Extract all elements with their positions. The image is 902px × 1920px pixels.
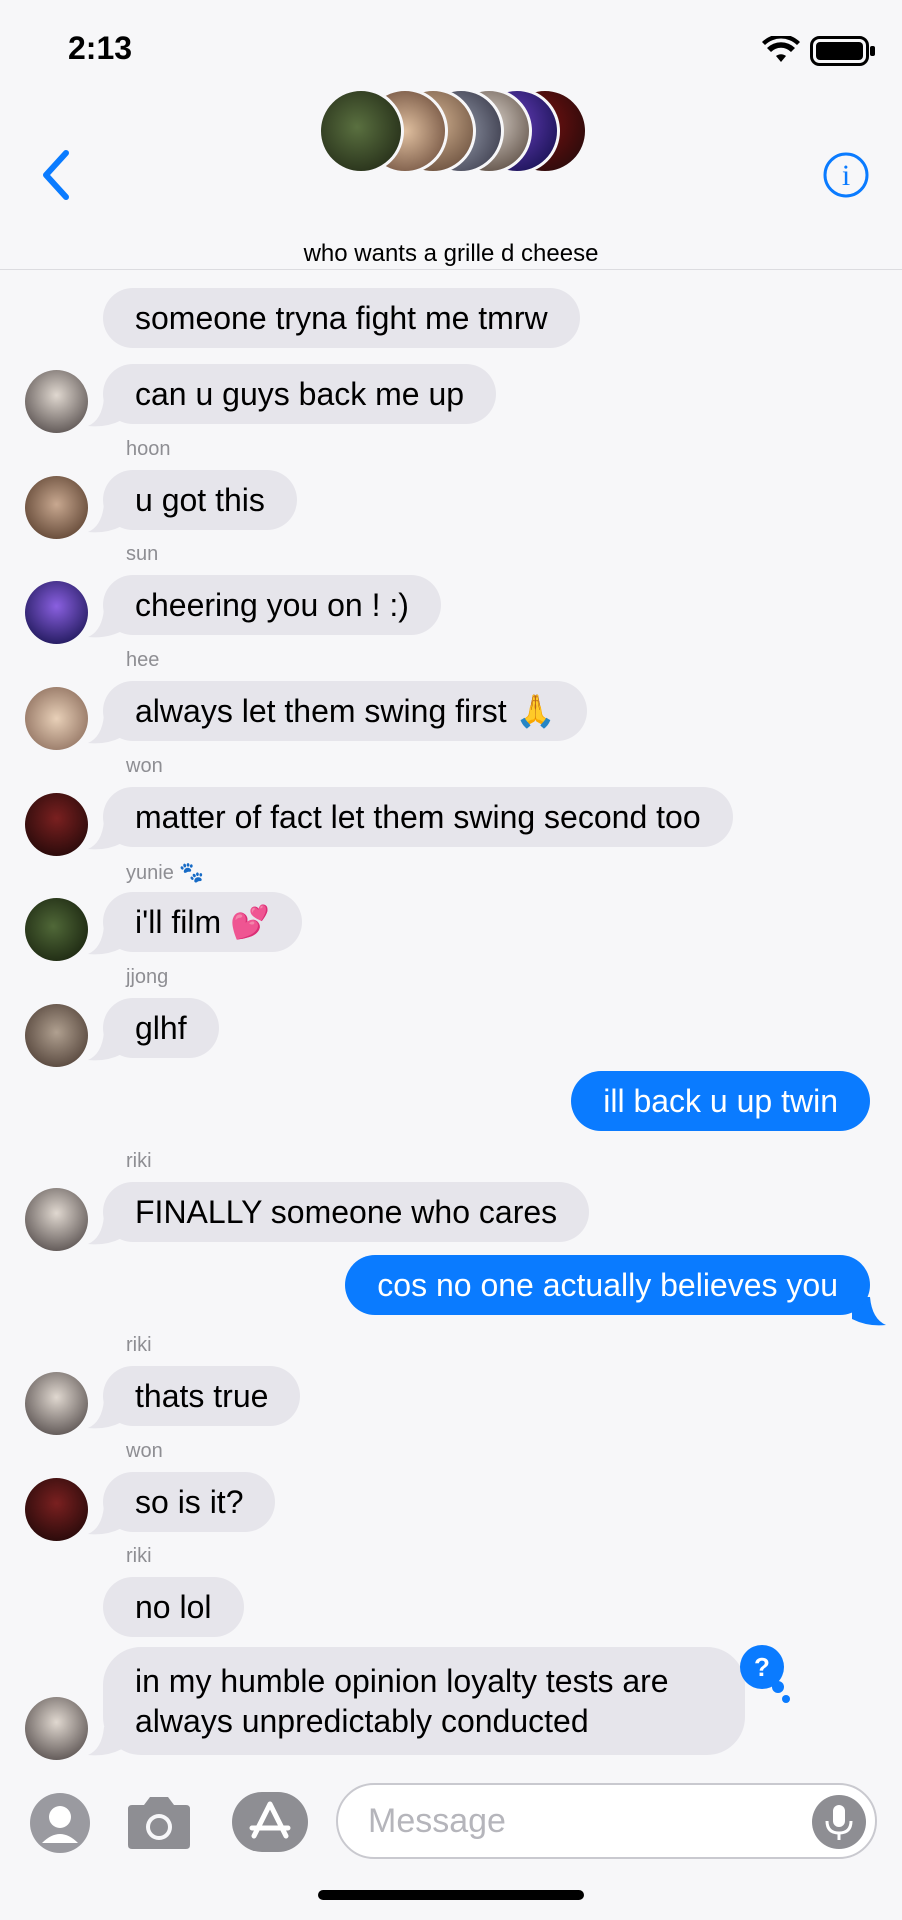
svg-text:?: ? (754, 1652, 770, 1682)
question-reaction-icon[interactable]: ? (734, 1645, 794, 1705)
back-button[interactable] (36, 145, 76, 205)
sender-avatar[interactable] (25, 898, 88, 961)
message-bubble[interactable]: FINALLY someone who cares (103, 1182, 590, 1242)
conversation-title[interactable]: who wants a grille d cheese (0, 240, 902, 268)
message-bubble[interactable]: ill back u up twin (571, 1071, 870, 1131)
wifi-icon (762, 36, 800, 62)
sender-name: jjong (126, 966, 169, 988)
sender-name: won (126, 1440, 163, 1462)
microphone-icon (825, 1805, 853, 1840)
sender-avatar[interactable] (25, 370, 88, 433)
message-bubble[interactable]: cheering you on ! :) (103, 575, 441, 635)
message-bubble[interactable]: no lol (103, 1577, 244, 1637)
conversation-header: i who wants a grille d cheese (0, 85, 902, 270)
message-bubble[interactable]: so is it? (103, 1472, 276, 1532)
sender-avatar[interactable] (25, 687, 88, 750)
message-list[interactable]: someone tryna fight me tmrw can u guys b… (0, 270, 902, 1765)
memoji-button[interactable] (30, 1793, 90, 1853)
group-avatar-stack[interactable] (318, 88, 588, 178)
sender-name: hoon (126, 438, 171, 460)
info-button[interactable]: i (822, 151, 870, 199)
microphone-button[interactable] (812, 1795, 866, 1849)
app-store-icon (249, 1801, 291, 1839)
svg-text:i: i (842, 159, 850, 192)
message-bubble[interactable]: i'll film 💕 (103, 892, 302, 952)
battery-icon (810, 36, 875, 66)
sender-avatar[interactable] (25, 1188, 88, 1251)
camera-button[interactable] (124, 1795, 194, 1851)
message-bubble[interactable]: can u guys back me up (103, 364, 497, 424)
status-time: 2:13 (68, 30, 133, 66)
sender-name: yunie 🐾 (126, 862, 205, 884)
compose-bar (0, 1765, 902, 1920)
sender-name: riki (126, 1334, 152, 1356)
message-bubble[interactable]: always let them swing first 🙏 (103, 681, 588, 741)
message-bubble[interactable]: in my humble opinion loyalty tests are a… (103, 1647, 745, 1755)
sender-avatar[interactable] (25, 793, 88, 856)
status-bar: 2:13 (0, 0, 902, 90)
sender-avatar[interactable] (25, 1372, 88, 1435)
app-store-button[interactable] (232, 1792, 308, 1852)
message-bubble[interactable]: thats true (103, 1366, 301, 1426)
sender-name: hee (126, 649, 160, 671)
message-bubble[interactable]: cos no one actually believes you (345, 1255, 870, 1315)
sender-avatar[interactable] (25, 476, 88, 539)
message-input[interactable] (336, 1783, 877, 1859)
message-bubble[interactable]: glhf (103, 998, 219, 1058)
sender-name: sun (126, 543, 159, 565)
message-bubble[interactable]: someone tryna fight me tmrw (103, 288, 580, 348)
messages-app: 2:13 i who wants a grille d cheese someo… (0, 0, 902, 1920)
sender-avatar[interactable] (25, 1478, 88, 1541)
sender-avatar[interactable] (25, 1697, 88, 1760)
sender-avatar[interactable] (25, 1004, 88, 1067)
sender-name: riki (126, 1545, 152, 1567)
sender-name: riki (126, 1150, 152, 1172)
message-bubble[interactable]: matter of fact let them swing second too (103, 787, 733, 847)
home-indicator (318, 1890, 584, 1900)
group-avatar (318, 88, 404, 174)
message-bubble[interactable]: u got this (103, 470, 297, 530)
person-icon (42, 1806, 78, 1843)
sender-avatar[interactable] (25, 581, 88, 644)
sender-name: won (126, 755, 163, 777)
